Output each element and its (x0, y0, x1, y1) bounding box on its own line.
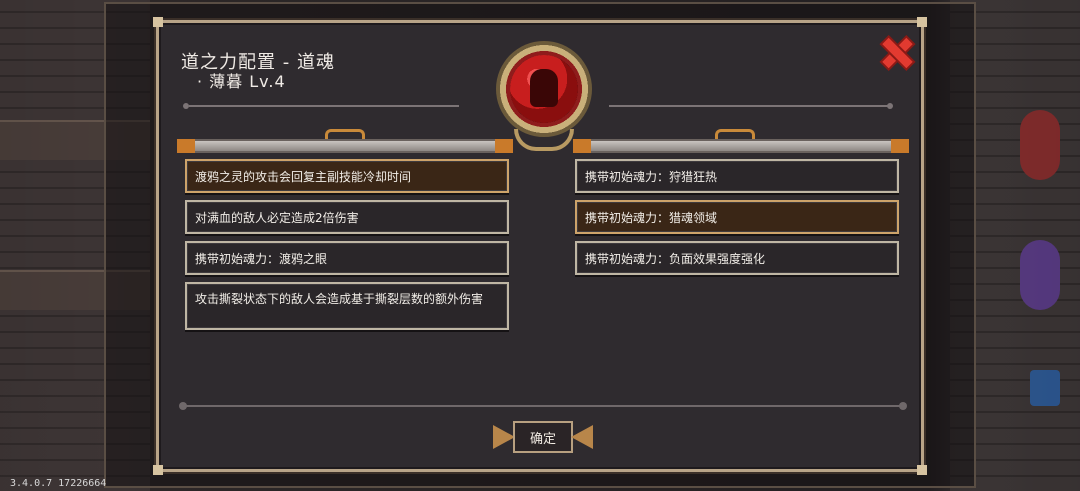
left-option-2[interactable]: 对满血的敌人必定造成2倍伤害 (185, 200, 509, 234)
title-divider-left (189, 105, 459, 107)
option-text: 携带初始魂力：负面效果强度强化 (585, 251, 766, 266)
scroll-hook (325, 129, 365, 139)
scroll-cap (177, 139, 195, 153)
right-option-2[interactable]: 携带初始魂力：猎魂领域 (575, 200, 899, 234)
scroll-cap (891, 139, 909, 153)
background-blue-panel (1030, 370, 1060, 406)
option-text: 对满血的敌人必定造成2倍伤害 (195, 210, 359, 225)
scroll-cap (495, 139, 513, 153)
background-red-orb (1020, 110, 1060, 180)
title-divider-right (609, 105, 889, 107)
scroll-cap (573, 139, 591, 153)
portrait-silhouette (530, 69, 558, 107)
divider-dot (179, 402, 187, 410)
left-option-3[interactable]: 携带初始魂力：渡鸦之眼 (185, 241, 509, 275)
bottom-divider (181, 405, 905, 407)
left-option-1[interactable]: 渡鸦之灵的攻击会回复主副技能冷却时间 (185, 159, 509, 193)
frame-corner (917, 465, 927, 475)
confirm-label: 确定 (529, 431, 556, 447)
frame-corner (917, 17, 927, 27)
scroll-hook (715, 129, 755, 139)
frame-corner (153, 17, 163, 27)
option-text: 携带初始魂力：狩猎狂热 (585, 169, 718, 184)
left-option-4[interactable]: 攻击撕裂状态下的敌人会造成基于撕裂层数的额外伤害 (185, 282, 509, 330)
right-scroll-bar (573, 129, 909, 153)
frame-corner (153, 465, 163, 475)
option-text: 携带初始魂力：猎魂领域 (585, 210, 718, 225)
medallion-core (510, 55, 578, 123)
option-text: 渡鸦之灵的攻击会回复主副技能冷却时间 (195, 169, 412, 184)
version-label: 3.4.0.7 17226664 (10, 478, 107, 489)
divider-dot (183, 103, 189, 109)
soul-portrait-icon (496, 41, 592, 137)
background-purple-orb (1020, 240, 1060, 310)
button-wing-left (493, 425, 515, 449)
confirm-button[interactable]: 确定 (491, 417, 595, 457)
soul-config-dialog: 道之力配置 - 道魂 · 薄暮 Lv.4 渡鸦之灵的攻击会回复主副技能冷却时间 … (153, 17, 927, 475)
medallion-stand (514, 129, 574, 151)
close-x-icon[interactable] (882, 38, 912, 68)
button-wing-right (571, 425, 593, 449)
option-text: 携带初始魂力：渡鸦之眼 (195, 251, 328, 266)
left-scroll-bar (177, 129, 513, 153)
option-text: 攻击撕裂状态下的敌人会造成基于撕裂层数的额外伤害 (195, 292, 484, 306)
divider-dot (887, 103, 893, 109)
right-option-3[interactable]: 携带初始魂力：负面效果强度强化 (575, 241, 899, 275)
dialog-subtitle: · 薄暮 Lv.4 (197, 72, 286, 91)
right-option-1[interactable]: 携带初始魂力：狩猎狂热 (575, 159, 899, 193)
divider-dot (899, 402, 907, 410)
dialog-title: 道之力配置 - 道魂 (181, 52, 335, 73)
